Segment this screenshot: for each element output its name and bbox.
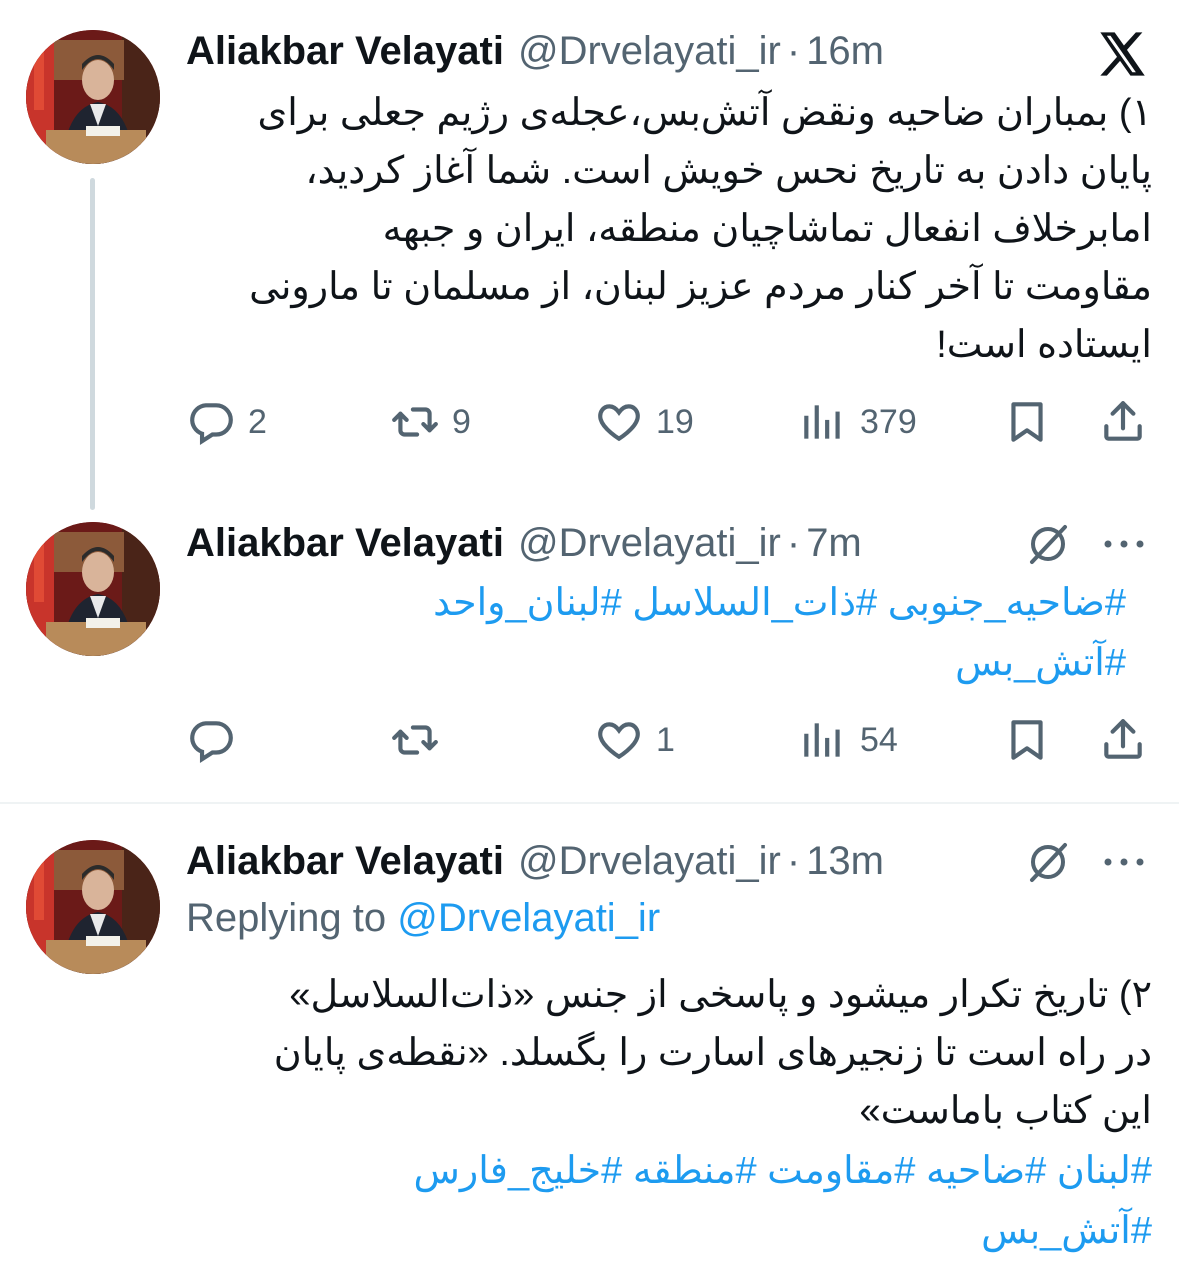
avatar-image — [26, 840, 160, 974]
tweet-header: Aliakbar Velayati @Drvelayati_ir · 7m — [186, 518, 862, 568]
views-button[interactable]: 54 — [798, 710, 898, 770]
timestamp[interactable]: 7m — [806, 521, 862, 566]
grok-slash-circle-icon[interactable] — [1024, 520, 1072, 568]
more-dots-icon[interactable] — [1102, 852, 1146, 872]
like-count: 19 — [656, 402, 694, 441]
separator-dot: · — [786, 520, 801, 565]
timestamp[interactable]: 16m — [806, 29, 884, 74]
separator-dot: · — [786, 28, 801, 73]
replying-to: Replying to @Drvelayati_ir — [186, 896, 660, 941]
bookmark-icon — [1002, 397, 1052, 447]
separator-dot: · — [786, 838, 801, 883]
tweet-divider — [0, 802, 1179, 804]
views-button[interactable]: 379 — [798, 392, 917, 452]
view-count: 379 — [860, 402, 917, 441]
heart-icon — [594, 715, 644, 765]
avatar[interactable] — [26, 522, 160, 656]
bookmark-button[interactable] — [1002, 710, 1052, 770]
like-button[interactable]: 1 — [594, 710, 675, 770]
bookmark-button[interactable] — [1002, 392, 1052, 452]
tweet-text: ۱) بمباران ضاحیه ونقض آتش‌بس،عجله‌ی رژیم… — [249, 92, 1152, 366]
avatar[interactable] — [26, 840, 160, 974]
share-upload-icon — [1098, 397, 1148, 447]
views-bars-icon — [798, 715, 848, 765]
author-name[interactable]: Aliakbar Velayati — [186, 839, 504, 884]
like-button[interactable]: 19 — [594, 392, 694, 452]
author-handle[interactable]: @Drvelayati_ir — [518, 521, 781, 566]
repost-count: 9 — [452, 402, 471, 441]
author-name[interactable]: Aliakbar Velayati — [186, 29, 504, 74]
author-handle[interactable]: @Drvelayati_ir — [518, 839, 781, 884]
view-count: 54 — [860, 720, 898, 759]
hashtags-line-1[interactable]: #ضاحیه_جنوبی #ذات_السلاسل #لبنان_واحد — [186, 574, 1126, 632]
reply-button[interactable] — [186, 710, 248, 770]
hashtags-line-1[interactable]: #لبنان #ضاحیه #مقاومت #منطقه #خلیج_فارس — [186, 1142, 1152, 1200]
avatar[interactable] — [26, 30, 160, 164]
thread-connector-line — [90, 178, 95, 510]
hashtags-line-2[interactable]: #آتش_بس — [186, 634, 1126, 692]
share-button[interactable] — [1098, 710, 1148, 770]
avatar-image — [26, 522, 160, 656]
repost-arrows-icon — [390, 715, 440, 765]
views-bars-icon — [798, 397, 848, 447]
hashtags-line-2[interactable]: #آتش_بس — [186, 1202, 1152, 1260]
grok-slash-circle-icon[interactable] — [1024, 838, 1072, 886]
reply-bubble-icon — [186, 715, 236, 765]
reply-count: 2 — [248, 402, 267, 441]
tweet-text: ۲) تاریخ تکرار میشود و پاسخی از جنس «ذات… — [273, 974, 1152, 1132]
tweet-header: Aliakbar Velayati @Drvelayati_ir · 16m — [186, 26, 884, 76]
share-button[interactable] — [1098, 392, 1148, 452]
x-logo-icon[interactable] — [1096, 28, 1148, 80]
reply-button[interactable]: 2 — [186, 392, 267, 452]
more-dots-icon[interactable] — [1102, 534, 1146, 554]
tweet-actions: 2 9 19 379 — [0, 392, 1179, 452]
avatar-image — [26, 30, 160, 164]
tweet-actions: 1 54 — [0, 710, 1179, 770]
bookmark-icon — [1002, 715, 1052, 765]
replying-to-label: Replying to — [186, 896, 387, 940]
like-count: 1 — [656, 720, 675, 759]
reply-bubble-icon — [186, 397, 236, 447]
repost-arrows-icon — [390, 397, 440, 447]
replying-to-handle[interactable]: @Drvelayati_ir — [397, 896, 660, 940]
author-handle[interactable]: @Drvelayati_ir — [518, 29, 781, 74]
repost-button[interactable]: 9 — [390, 392, 471, 452]
timestamp[interactable]: 13m — [806, 839, 884, 884]
repost-button[interactable] — [390, 710, 452, 770]
share-upload-icon — [1098, 715, 1148, 765]
heart-icon — [594, 397, 644, 447]
author-name[interactable]: Aliakbar Velayati — [186, 521, 504, 566]
tweet-header: Aliakbar Velayati @Drvelayati_ir · 13m — [186, 836, 884, 886]
